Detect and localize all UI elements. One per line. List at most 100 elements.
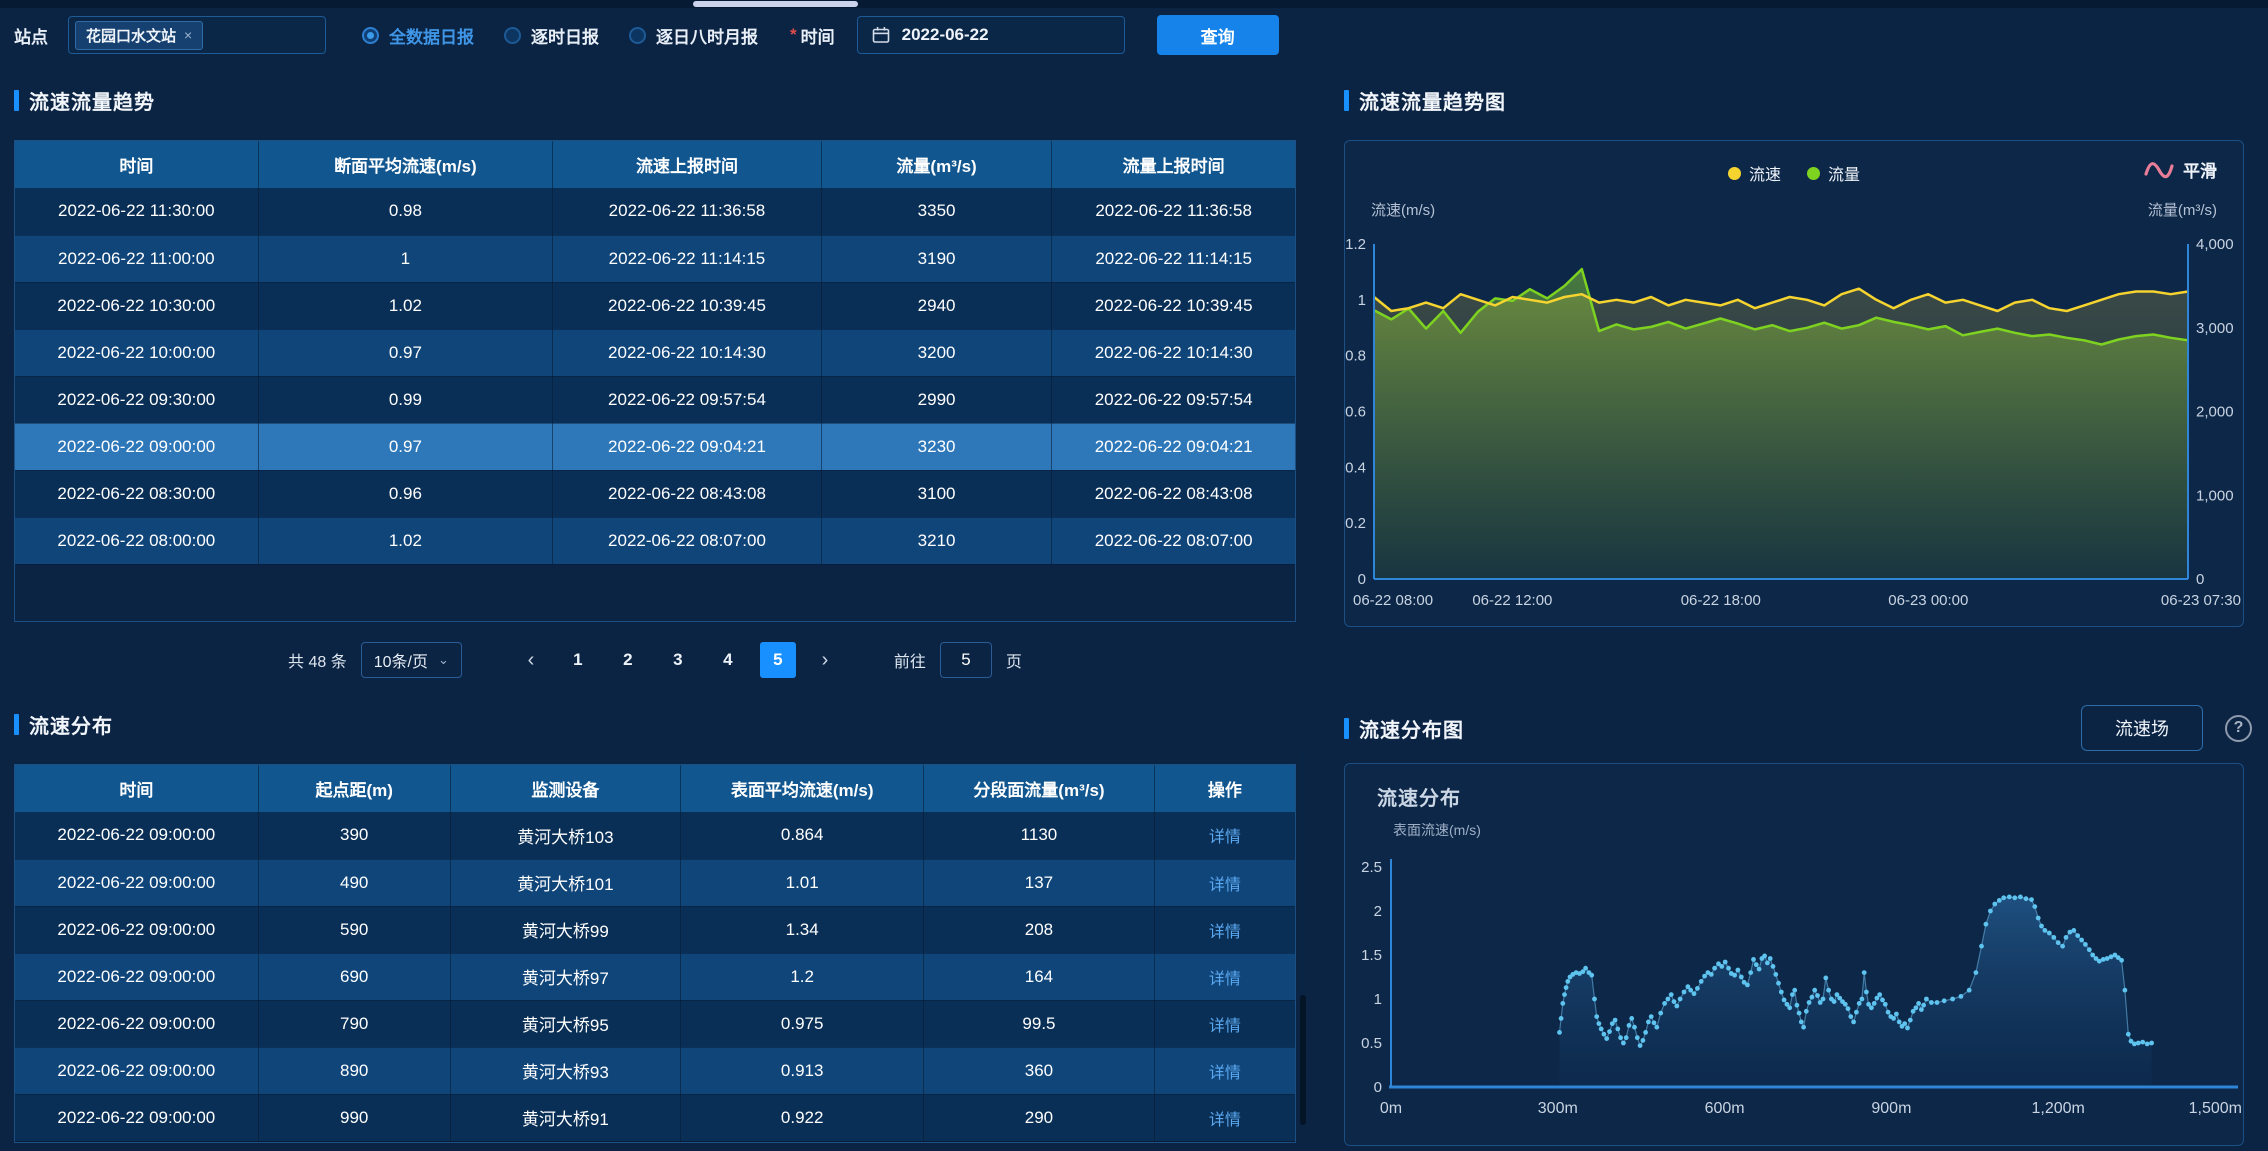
table-cell: 3190: [821, 235, 1051, 282]
action-cell: 详情: [1154, 1094, 1295, 1141]
velocity-field-button[interactable]: 流速场: [2081, 705, 2203, 751]
detail-link[interactable]: 详情: [1209, 877, 1241, 894]
table-row[interactable]: 2022-06-22 11:30:000.982022-06-22 11:36:…: [15, 188, 1295, 235]
next-page-button[interactable]: ›: [810, 649, 840, 672]
table-cell: 1.02: [258, 282, 552, 329]
svg-text:0: 0: [1374, 1079, 1382, 1096]
table-cell: 2022-06-22 08:07:00: [553, 517, 822, 564]
table-cell: 2022-06-22 11:30:00: [15, 188, 258, 235]
table-row[interactable]: 2022-06-22 09:00:00590黄河大桥991.34208详情: [15, 906, 1295, 953]
smooth-toggle[interactable]: 平滑: [2143, 157, 2217, 182]
total-count: 共 48 条: [288, 648, 347, 672]
table-row[interactable]: 2022-06-22 09:00:00690黄河大桥971.2164详情: [15, 953, 1295, 1000]
table-cell: 2022-06-22 11:36:58: [1052, 188, 1295, 235]
query-button[interactable]: 查询: [1157, 15, 1279, 55]
svg-text:2,000: 2,000: [2196, 404, 2234, 421]
table-row[interactable]: 2022-06-22 09:00:00990黄河大桥910.922290详情: [15, 1094, 1295, 1141]
dist-section-title: 流速分布: [14, 710, 1296, 738]
table-cell: 590: [258, 906, 450, 953]
table-row[interactable]: 2022-06-22 10:30:001.022022-06-22 10:39:…: [15, 282, 1295, 329]
prev-page-button[interactable]: ‹: [516, 649, 546, 672]
detail-link[interactable]: 详情: [1209, 1065, 1241, 1082]
table-cell: 黄河大桥97: [450, 953, 680, 1000]
page-size-select[interactable]: 10条/页 ⌄: [361, 642, 462, 678]
table-cell: 2022-06-22 11:00:00: [15, 235, 258, 282]
legend-item[interactable]: 流量: [1807, 161, 1860, 185]
help-icon[interactable]: ?: [2225, 715, 2252, 742]
title-accent-bar: [1344, 718, 1349, 739]
table-row[interactable]: 2022-06-22 09:00:00490黄河大桥1011.01137详情: [15, 859, 1295, 906]
table-cell: 2022-06-22 09:57:54: [1052, 376, 1295, 423]
svg-text:06-23 07:30: 06-23 07:30: [2161, 592, 2241, 609]
table-row[interactable]: 2022-06-22 09:00:000.972022-06-22 09:04:…: [15, 423, 1295, 470]
svg-text:1,200m: 1,200m: [2032, 1100, 2085, 1117]
legend-label: 流速: [1749, 161, 1781, 185]
table-cell: 2022-06-22 09:00:00: [15, 906, 258, 953]
table-cell: 0.96: [258, 470, 552, 517]
trend-chart-legend: 流速 流量: [1345, 161, 2243, 185]
trend-chart-panel: 00.20.40.60.811.201,0002,0003,0004,00006…: [1344, 140, 2244, 627]
table-cell: 0.913: [681, 1047, 924, 1094]
table-cell: 0.97: [258, 329, 552, 376]
page-number-1[interactable]: 1: [560, 642, 596, 678]
page-number-4[interactable]: 4: [710, 642, 746, 678]
table-cell: 2990: [821, 376, 1051, 423]
station-select[interactable]: 花园口水文站 ×: [68, 16, 326, 54]
table-cell: 2022-06-22 10:00:00: [15, 329, 258, 376]
goto-page-input[interactable]: 5: [940, 642, 992, 678]
top-scroll-indicator[interactable]: [693, 1, 858, 7]
page-number-5[interactable]: 5: [760, 642, 796, 678]
table-row[interactable]: 2022-06-22 09:00:00390黄河大桥1030.8641130详情: [15, 812, 1295, 859]
table-header-row: 时间断面平均流速(m/s)流速上报时间流量(m³/s)流量上报时间: [15, 141, 1295, 188]
date-picker[interactable]: 2022-06-22: [857, 16, 1125, 54]
table-cell: 490: [258, 859, 450, 906]
table-cell: 2022-06-22 09:30:00: [15, 376, 258, 423]
detail-link[interactable]: 详情: [1209, 1112, 1241, 1129]
left-axis-title: 流速(m/s): [1371, 199, 1435, 220]
table-cell: 2022-06-22 10:14:30: [1052, 329, 1295, 376]
table-cell: 1.02: [258, 517, 552, 564]
trend-section-title: 流速流量趋势: [14, 86, 1296, 114]
detail-link[interactable]: 详情: [1209, 924, 1241, 941]
table-row[interactable]: 2022-06-22 08:30:000.962022-06-22 08:43:…: [15, 470, 1295, 517]
detail-link[interactable]: 详情: [1209, 829, 1241, 846]
remove-station-icon[interactable]: ×: [184, 27, 192, 43]
table-cell: 1: [258, 235, 552, 282]
radio-option-1[interactable]: 逐时日报: [504, 23, 599, 48]
radio-option-0[interactable]: 全数据日报: [362, 23, 474, 48]
table-cell: 2022-06-22 09:04:21: [553, 423, 822, 470]
table-row[interactable]: 2022-06-22 08:00:001.022022-06-22 08:07:…: [15, 517, 1295, 564]
legend-dot-icon: [1728, 167, 1741, 180]
detail-link[interactable]: 详情: [1209, 971, 1241, 988]
table-cell: 2022-06-22 09:00:00: [15, 859, 258, 906]
table-cell: 3350: [821, 188, 1051, 235]
radio-label: 逐时日报: [531, 23, 599, 48]
filter-bar: 站点 花园口水文站 × 全数据日报逐时日报逐日八时月报 * 时间 2022-06…: [0, 8, 2268, 62]
radio-option-2[interactable]: 逐日八时月报: [629, 23, 758, 48]
table-cell: 0.922: [681, 1094, 924, 1141]
table-row[interactable]: 2022-06-22 09:30:000.992022-06-22 09:57:…: [15, 376, 1295, 423]
table-cell: 2022-06-22 09:00:00: [15, 1000, 258, 1047]
table-row[interactable]: 2022-06-22 10:00:000.97 2022-06-22 10:14:…: [15, 329, 1295, 376]
table-row[interactable]: 2022-06-22 11:00:0012022-06-22 11:14:153…: [15, 235, 1295, 282]
table-cell: 2022-06-22 09:00:00: [15, 1094, 258, 1141]
table-cell: 2022-06-22 10:39:45: [1052, 282, 1295, 329]
svg-text:2.5: 2.5: [1361, 859, 1382, 876]
table-row[interactable]: 2022-06-22 09:00:00790黄河大桥950.97599.5详情: [15, 1000, 1295, 1047]
legend-item[interactable]: 流速: [1728, 161, 1781, 185]
radio-label: 逐日八时月报: [656, 23, 758, 48]
table-cell: 黄河大桥93: [450, 1047, 680, 1094]
detail-link[interactable]: 详情: [1209, 1018, 1241, 1035]
svg-text:1,000: 1,000: [2196, 487, 2234, 504]
page-number-3[interactable]: 3: [660, 642, 696, 678]
table-cell: 1.01: [681, 859, 924, 906]
scrollbar-thumb[interactable]: [1300, 995, 1306, 1125]
page-number-2[interactable]: 2: [610, 642, 646, 678]
table-cell: 2022-06-22 09:00:00: [15, 953, 258, 1000]
table-cell: 黄河大桥95: [450, 1000, 680, 1047]
table-cell: 3230: [821, 423, 1051, 470]
table-row[interactable]: 2022-06-22 09:00:00890黄河大桥930.913360详情: [15, 1047, 1295, 1094]
svg-text:0: 0: [2196, 571, 2204, 588]
trend-table-title: 流速流量趋势: [29, 86, 155, 115]
radio-icon: [504, 27, 521, 44]
